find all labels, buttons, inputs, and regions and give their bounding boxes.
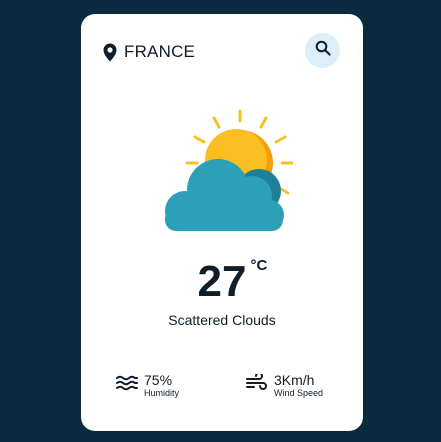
temperature-value: 27 °C <box>197 257 268 306</box>
humidity-stat: 75% Humidity <box>116 372 179 399</box>
location-name: FRANCE <box>124 42 196 61</box>
weather-description: Scattered Clouds <box>168 312 276 328</box>
humidity-label: Humidity <box>144 388 180 398</box>
temperature-unit: °C <box>250 257 268 274</box>
temperature-number: 27 <box>197 257 247 306</box>
humidity-waves-icon <box>116 375 138 396</box>
wind-value: 3Km/h <box>274 372 315 388</box>
search-button[interactable] <box>305 33 340 68</box>
location-pin-icon <box>103 43 117 62</box>
humidity-value: 75% <box>144 372 173 388</box>
wind-icon <box>246 372 268 397</box>
wind-label: Wind Speed <box>274 388 324 398</box>
partly-cloudy-icon <box>149 108 294 238</box>
weather-card: FRANCE 27 °C Scattered Clouds 75% Humidi… <box>81 14 363 431</box>
wind-stat: 3Km/h Wind Speed <box>246 372 323 399</box>
location-header: FRANCE <box>103 42 195 62</box>
temperature-display: 27 °C <box>81 258 363 306</box>
search-icon <box>315 40 331 61</box>
